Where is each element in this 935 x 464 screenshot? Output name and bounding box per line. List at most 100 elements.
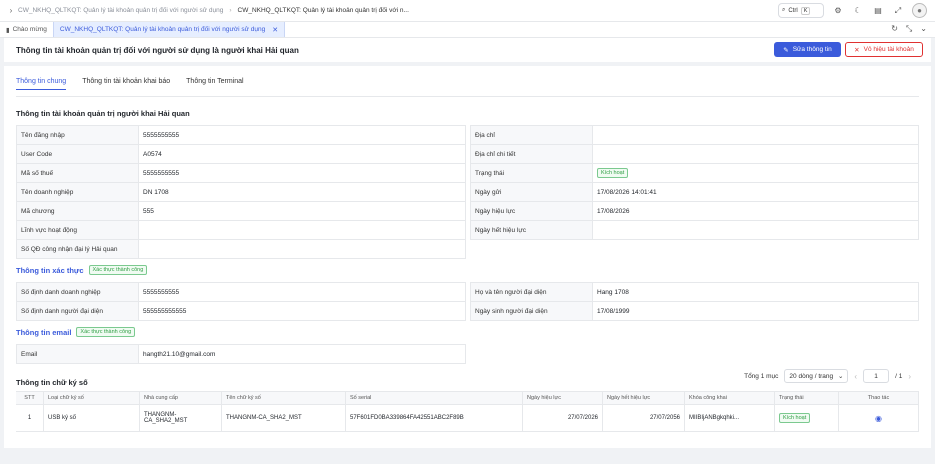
info-row: Ngày hiệu lực 17/08/2026 bbox=[471, 202, 919, 221]
info-row: Họ và tên người đại diện Hang 1708 bbox=[471, 283, 919, 302]
collapse-icon[interactable]: ⤡ bbox=[906, 24, 912, 34]
info-row: Số QĐ công nhận đại lý Hải quan bbox=[17, 240, 466, 259]
info-row: Lĩnh vực hoạt động bbox=[17, 221, 466, 240]
info-row: Ngày hết hiệu lực bbox=[471, 221, 919, 240]
section-title-account: Thông tin tài khoản quản trị người khai … bbox=[16, 109, 190, 118]
field-label: Tên doanh nghiệp bbox=[17, 183, 139, 201]
page-total: / 1 bbox=[895, 372, 903, 380]
chevron-down-icon[interactable]: ⌄ bbox=[920, 24, 927, 34]
tab-account-management[interactable]: CW_NKHQ_QLTKQT: Quản lý tài khoản quản t… bbox=[52, 22, 286, 37]
cell-valid-to: 27/07/2056 bbox=[603, 405, 685, 431]
view-icon[interactable]: ◉ bbox=[875, 414, 882, 423]
info-row: Ngày gửi 17/08/2026 14:01:41 bbox=[471, 183, 919, 202]
field-value bbox=[593, 221, 919, 239]
page-header: Thông tin tài khoản quản trị đối với ngư… bbox=[4, 38, 931, 62]
info-row: Mã số thuế 5555555555 bbox=[17, 164, 466, 183]
email-grid: Email hangth21.10@gmail.com bbox=[16, 344, 466, 364]
avatar[interactable]: ● bbox=[912, 3, 927, 18]
field-value bbox=[139, 221, 466, 239]
field-value bbox=[593, 126, 919, 144]
pagination: Tổng 1 mục 20 dòng / trang ⌄ ‹ 1 / 1 › bbox=[744, 369, 911, 383]
column-header: Trạng thái bbox=[775, 392, 839, 404]
section-title-text: Thông tin xác thực bbox=[16, 265, 84, 275]
section-title-signature: Thông tin chữ ký số bbox=[16, 378, 88, 387]
column-header: Thao tác bbox=[839, 392, 919, 404]
page-size-value: 20 dòng / trang bbox=[789, 372, 834, 380]
cell-provider: THANGNM-CA_SHA2_MST bbox=[140, 405, 222, 431]
info-row: Địa chỉ chi tiết bbox=[471, 145, 919, 164]
verify-status-badge: Xác thực thành công bbox=[88, 265, 148, 275]
search-shortcut-label: Ctrl bbox=[788, 7, 798, 14]
tab-terminal[interactable]: Thông tin Terminal bbox=[186, 78, 243, 90]
top-bar: › CW_NKHQ_QLTKQT: Quản lý tài khoản quản… bbox=[0, 0, 935, 22]
account-left-grid: Tên đăng nhập 5555555555 User Code A0574 M… bbox=[16, 125, 466, 259]
info-row: Tên đăng nhập 5555555555 bbox=[17, 126, 466, 145]
column-header: Ngày hiệu lực bbox=[523, 392, 603, 404]
close-icon: ✕ bbox=[854, 46, 860, 54]
field-label: Ngày sinh người đại diện bbox=[471, 302, 593, 320]
field-value: 5555555555 bbox=[139, 283, 466, 301]
field-value: Kích hoạt bbox=[593, 164, 919, 182]
column-header: Nhà cung cấp bbox=[140, 392, 222, 404]
info-row: Trạng thái Kích hoạt bbox=[471, 164, 919, 183]
field-value: 5555555555 bbox=[139, 164, 466, 182]
field-label: Địa chỉ bbox=[471, 126, 593, 144]
refresh-icon[interactable]: ↻ bbox=[891, 24, 898, 34]
page-size-select[interactable]: 20 dòng / trang ⌄ bbox=[784, 369, 849, 383]
search-shortcut-key: K bbox=[800, 6, 811, 15]
field-value: 5555555555 bbox=[139, 126, 466, 144]
info-row: Mã chương 555 bbox=[17, 202, 466, 221]
cell-name: THANGNM-CA_SHA2_MST bbox=[222, 405, 346, 431]
field-label: User Code bbox=[17, 145, 139, 163]
field-value: A0574 bbox=[139, 145, 466, 163]
breadcrumb-current: CW_NKHQ_QLTKQT: Quản lý tài khoản quản t… bbox=[237, 7, 409, 14]
cell-stt: 1 bbox=[16, 405, 44, 431]
breadcrumb-separator: › bbox=[229, 7, 232, 14]
account-right-grid: Địa chỉ Địa chỉ chi tiết Trạng thái Kích … bbox=[470, 125, 919, 240]
verify-right-grid: Họ và tên người đại diện Hang 1708 Ngày s… bbox=[470, 282, 919, 321]
field-value bbox=[139, 240, 466, 258]
close-icon[interactable]: ✕ bbox=[272, 26, 278, 34]
cell-actions: ◉ bbox=[839, 405, 919, 431]
layout-icon[interactable]: ▤ bbox=[872, 5, 884, 17]
theme-toggle-icon[interactable]: ☾ bbox=[852, 5, 864, 17]
cell-status: Kích hoạt bbox=[775, 405, 839, 431]
edit-button[interactable]: ✎ Sửa thông tin bbox=[774, 42, 841, 57]
email-status-badge: Xác thực thành công bbox=[76, 327, 136, 337]
search-icon: ⌕ bbox=[782, 7, 786, 13]
cell-valid-from: 27/07/2026 bbox=[523, 405, 603, 431]
info-row: User Code A0574 bbox=[17, 145, 466, 164]
tab-welcome[interactable]: ▮ Chào mừng bbox=[0, 22, 53, 37]
field-label: Số QĐ công nhận đại lý Hải quan bbox=[17, 240, 139, 258]
page-input[interactable]: 1 bbox=[863, 369, 890, 383]
chevron-right-icon[interactable]: › bbox=[908, 372, 911, 381]
disable-account-button[interactable]: ✕ Vô hiệu tài khoản bbox=[845, 42, 923, 57]
chevron-left-icon[interactable]: ‹ bbox=[854, 372, 857, 381]
disable-button-label: Vô hiệu tài khoản bbox=[863, 46, 914, 53]
field-label: Số định danh người đại diện bbox=[17, 302, 139, 320]
settings-icon[interactable]: ⚙ bbox=[832, 5, 844, 17]
bookmark-icon: ▮ bbox=[6, 26, 10, 34]
tab-general-info[interactable]: Thông tin chung bbox=[16, 78, 67, 90]
field-label: Trạng thái bbox=[471, 164, 593, 182]
signature-table: STT Loại chữ ký số Nhà cung cấp Tên chữ … bbox=[16, 391, 919, 432]
info-row: Số định danh doanh nghiệp 5555555555 bbox=[17, 283, 466, 302]
field-value: 555555555555 bbox=[139, 302, 466, 320]
column-header: STT bbox=[16, 392, 44, 404]
search-button[interactable]: ⌕ Ctrl K bbox=[778, 3, 824, 18]
breadcrumb-item[interactable]: CW_NKHQ_QLTKQT: Quản lý tài khoản quản t… bbox=[18, 7, 223, 14]
edit-icon: ✎ bbox=[783, 46, 789, 54]
field-value: hangth21.10@gmail.com bbox=[139, 345, 466, 363]
section-title-text: Thông tin email bbox=[16, 327, 72, 337]
tab-divider bbox=[16, 96, 919, 97]
cell-type: USB ký số bbox=[44, 405, 140, 431]
field-label: Ngày hết hiệu lực bbox=[471, 221, 593, 239]
chevron-right-icon[interactable]: › bbox=[4, 6, 18, 15]
info-row: Email hangth21.10@gmail.com bbox=[17, 345, 466, 364]
section-title-email: Thông tin email Xác thực thành công bbox=[16, 327, 136, 337]
chevron-down-icon: ⌄ bbox=[837, 373, 844, 380]
sub-tabs: Thông tin chung Thông tin tài khoản khai… bbox=[16, 78, 260, 90]
tab-declaration-accounts[interactable]: Thông tin tài khoản khai báo bbox=[82, 78, 170, 90]
fullscreen-icon[interactable]: ⤢ bbox=[892, 5, 904, 17]
table-header: STT Loại chữ ký số Nhà cung cấp Tên chữ … bbox=[16, 392, 919, 405]
